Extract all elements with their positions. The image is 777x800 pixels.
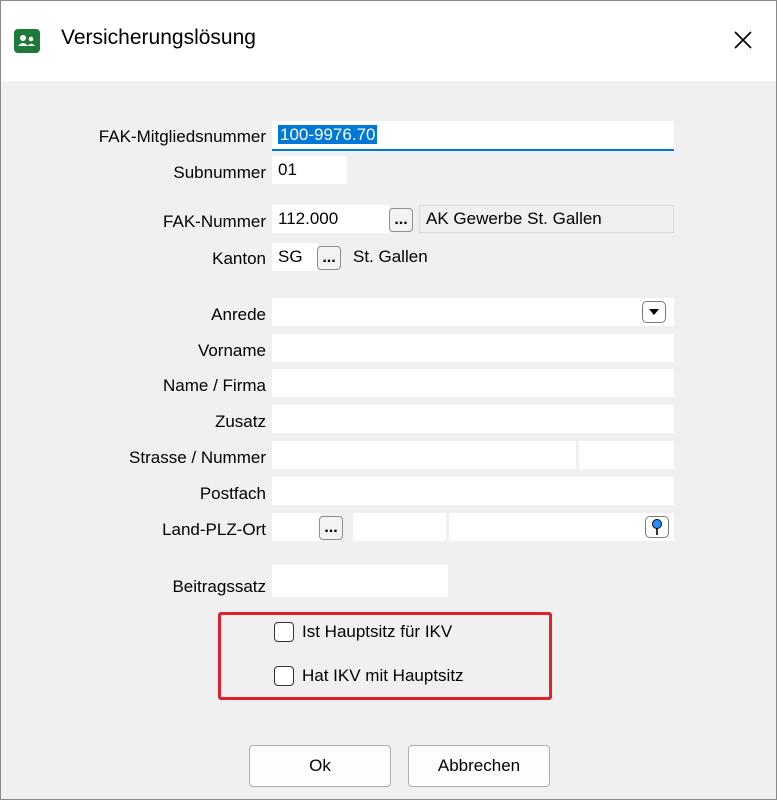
fak-nummer-description: AK Gewerbe St. Gallen <box>419 205 674 233</box>
people-icon <box>14 29 40 53</box>
zusatz-label: Zusatz <box>214 412 266 431</box>
ist-hauptsitz-label: Ist Hauptsitz für IKV <box>302 622 453 641</box>
ok-button[interactable]: Ok <box>249 745 391 787</box>
vorname-input[interactable] <box>272 334 674 362</box>
ist-hauptsitz-checkbox[interactable] <box>274 622 294 642</box>
name-firma-input[interactable] <box>272 369 674 397</box>
beitragssatz-input[interactable] <box>272 565 448 597</box>
zusatz-input[interactable] <box>272 405 674 433</box>
subnummer-label: Subnummer <box>173 163 266 182</box>
postfach-label: Postfach <box>199 484 266 503</box>
chevron-down-icon <box>649 309 659 315</box>
beitragssatz-label: Beitragssatz <box>172 577 266 596</box>
subnummer-input[interactable]: 01 <box>272 156 347 184</box>
land-input[interactable] <box>272 513 320 541</box>
strasse-input[interactable] <box>272 441 576 469</box>
name-firma-label: Name / Firma <box>163 376 266 395</box>
fak-mitgliedsnummer-input[interactable]: 100-9976.70 <box>272 121 674 149</box>
land-lookup-button[interactable]: ... <box>319 516 343 540</box>
cancel-button[interactable]: Abbrechen <box>408 745 550 787</box>
ist-hauptsitz-checkbox-row[interactable]: Ist Hauptsitz für IKV <box>274 622 452 642</box>
fak-nummer-label: FAK-Nummer <box>163 212 266 231</box>
kanton-input[interactable]: SG <box>272 243 318 271</box>
plz-input[interactable] <box>353 513 446 541</box>
fak-nummer-input[interactable]: 112.000 <box>272 205 390 233</box>
strasse-nummer-label: Strasse / Nummer <box>129 448 266 467</box>
focus-underline <box>272 149 674 151</box>
anrede-dropdown-button[interactable] <box>642 301 666 323</box>
fak-mitgliedsnummer-value: 100-9976.70 <box>278 125 378 144</box>
pin-icon <box>652 519 662 535</box>
land-plz-ort-label: Land-PLZ-Ort <box>162 520 266 539</box>
hat-ikv-checkbox-row[interactable]: Hat IKV mit Hauptsitz <box>274 666 464 686</box>
ort-search-button[interactable] <box>645 516 669 538</box>
window-title: Versicherungslösung <box>61 26 256 49</box>
hausnummer-input[interactable] <box>579 441 674 469</box>
anrede-label: Anrede <box>211 305 266 324</box>
hat-ikv-checkbox[interactable] <box>274 666 294 686</box>
fak-nummer-lookup-button[interactable]: ... <box>389 208 413 232</box>
anrede-select[interactable] <box>272 298 674 326</box>
kanton-lookup-button[interactable]: ... <box>317 246 341 270</box>
hat-ikv-label: Hat IKV mit Hauptsitz <box>302 666 464 685</box>
kanton-description: St. Gallen <box>346 243 674 271</box>
title-bar: Versicherungslösung <box>1 1 776 81</box>
vorname-label: Vorname <box>197 341 266 360</box>
dialog-window: Versicherungslösung FAK-Mitgliedsnummer … <box>0 0 777 800</box>
postfach-input[interactable] <box>272 477 674 505</box>
close-button[interactable] <box>723 23 763 57</box>
close-icon <box>734 31 752 49</box>
ort-input[interactable] <box>449 513 674 541</box>
kanton-label: Kanton <box>212 249 266 268</box>
fak-mitgliedsnummer-label: FAK-Mitgliedsnummer <box>98 127 266 146</box>
